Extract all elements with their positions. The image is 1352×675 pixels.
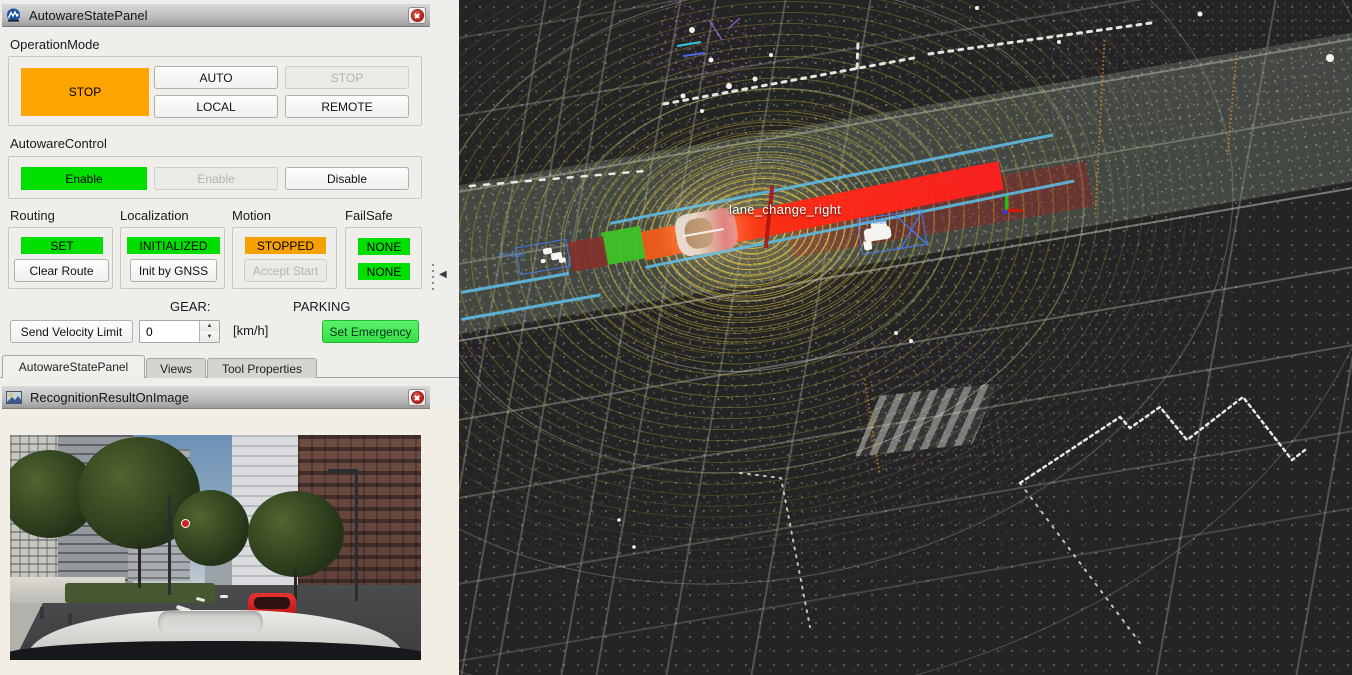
tree [173,490,249,566]
collapse-arrow-icon[interactable]: ◀ [439,269,447,280]
localization-group: INITIALIZED Init by GNSS [120,227,225,289]
tab-autoware-state-panel[interactable]: AutowareStatePanel [2,355,145,378]
auto-mode-button[interactable]: AUTO [154,66,278,89]
stop-mode-button[interactable]: STOP [285,66,409,89]
motion-status-badge: STOPPED [245,237,326,254]
lead-vehicle-window [254,597,290,608]
object-points [863,240,872,250]
bollard [40,607,44,619]
camera-image [10,435,421,660]
lamp-arm [328,469,358,473]
init-by-gnss-button[interactable]: Init by GNSS [130,259,217,282]
tab-views[interactable]: Views [146,358,206,378]
clear-route-button[interactable]: Clear Route [14,259,109,282]
tracked-object-rear-label: 0.0 km/h [499,252,524,259]
state-panel-title: AutowareStatePanel [29,8,148,23]
velocity-limit-input[interactable] [140,321,200,342]
lamp-pole [355,469,358,601]
localization-label: Localization [120,208,189,223]
dock-area: AutowareStatePanel OperationMode STOP AU… [0,0,459,675]
gear-value: PARKING [293,299,351,314]
local-mode-button[interactable]: LOCAL [154,95,278,118]
tf-axis-origin [1003,210,1007,214]
ego-hood-vent [158,611,263,634]
routing-label: Routing [10,208,55,223]
close-recognition-panel-button[interactable] [408,389,426,406]
lamp-pole [168,495,171,595]
recognition-image-panel [0,409,459,675]
accept-start-button[interactable]: Accept Start [244,259,327,282]
operation-mode-group: STOP AUTO STOP LOCAL REMOTE [8,56,422,126]
set-emergency-button[interactable]: Set Emergency [322,320,419,343]
failsafe-group: NONE NONE [345,227,422,289]
velocity-unit-label: [km/h] [233,323,268,338]
tf-axis-x [1007,209,1022,212]
operation-mode-label: OperationMode [10,37,100,52]
autoware-control-label: AutowareControl [10,136,107,151]
mrm-behavior-badge: NONE [358,263,410,280]
tree [248,491,344,577]
path-annotation-label: lane_change_right [729,202,841,217]
recognition-panel-titlebar[interactable]: RecognitionResultOnImage [2,386,430,409]
routing-status-badge: SET [21,237,103,254]
tree-trunk [138,543,141,588]
image-icon [6,391,22,404]
failsafe-label: FailSafe [345,208,393,223]
control-disable-button[interactable]: Disable [285,167,409,190]
object-points [540,259,546,264]
autoware-control-group: Enable Enable Disable [8,156,422,199]
velocity-limit-spinbox: ▲ ▼ [139,320,220,343]
dock-tabbar: AutowareStatePanel Views Tool Properties [0,354,459,378]
close-icon [411,9,424,22]
localization-status-badge: INITIALIZED [127,237,220,254]
state-panel-titlebar[interactable]: AutowareStatePanel [2,4,430,27]
tab-tool-properties[interactable]: Tool Properties [207,358,317,378]
rviz-3d-viewport[interactable]: 0.0 km/h 0.0 km/h lane_change_right [459,0,1352,675]
close-icon [411,391,424,404]
autoware-logo-icon [6,8,21,23]
remote-mode-button[interactable]: REMOTE [285,95,409,118]
operation-mode-current-state: STOP [21,68,149,116]
tracked-object-front-label: 0.0 km/h [862,219,887,226]
routing-group: SET Clear Route [8,227,113,289]
lane-marking [220,595,228,598]
object-points [558,257,566,263]
send-velocity-limit-button[interactable]: Send Velocity Limit [10,320,133,343]
motion-group: STOPPED Accept Start [232,227,337,289]
gear-label: GEAR: [170,299,210,314]
building-outline-pointcloud [459,0,1352,675]
autoware-control-current-state: Enable [21,167,147,190]
bollard [68,613,72,625]
mrm-state-badge: NONE [358,238,410,255]
spin-down-icon[interactable]: ▼ [199,331,219,342]
control-enable-button[interactable]: Enable [154,167,278,190]
close-state-panel-button[interactable] [408,7,426,24]
motion-label: Motion [232,208,271,223]
road-sign [181,519,190,528]
recognition-panel-title: RecognitionResultOnImage [30,390,189,405]
splitter-handle[interactable] [432,264,434,294]
windshield-frame [10,641,421,660]
